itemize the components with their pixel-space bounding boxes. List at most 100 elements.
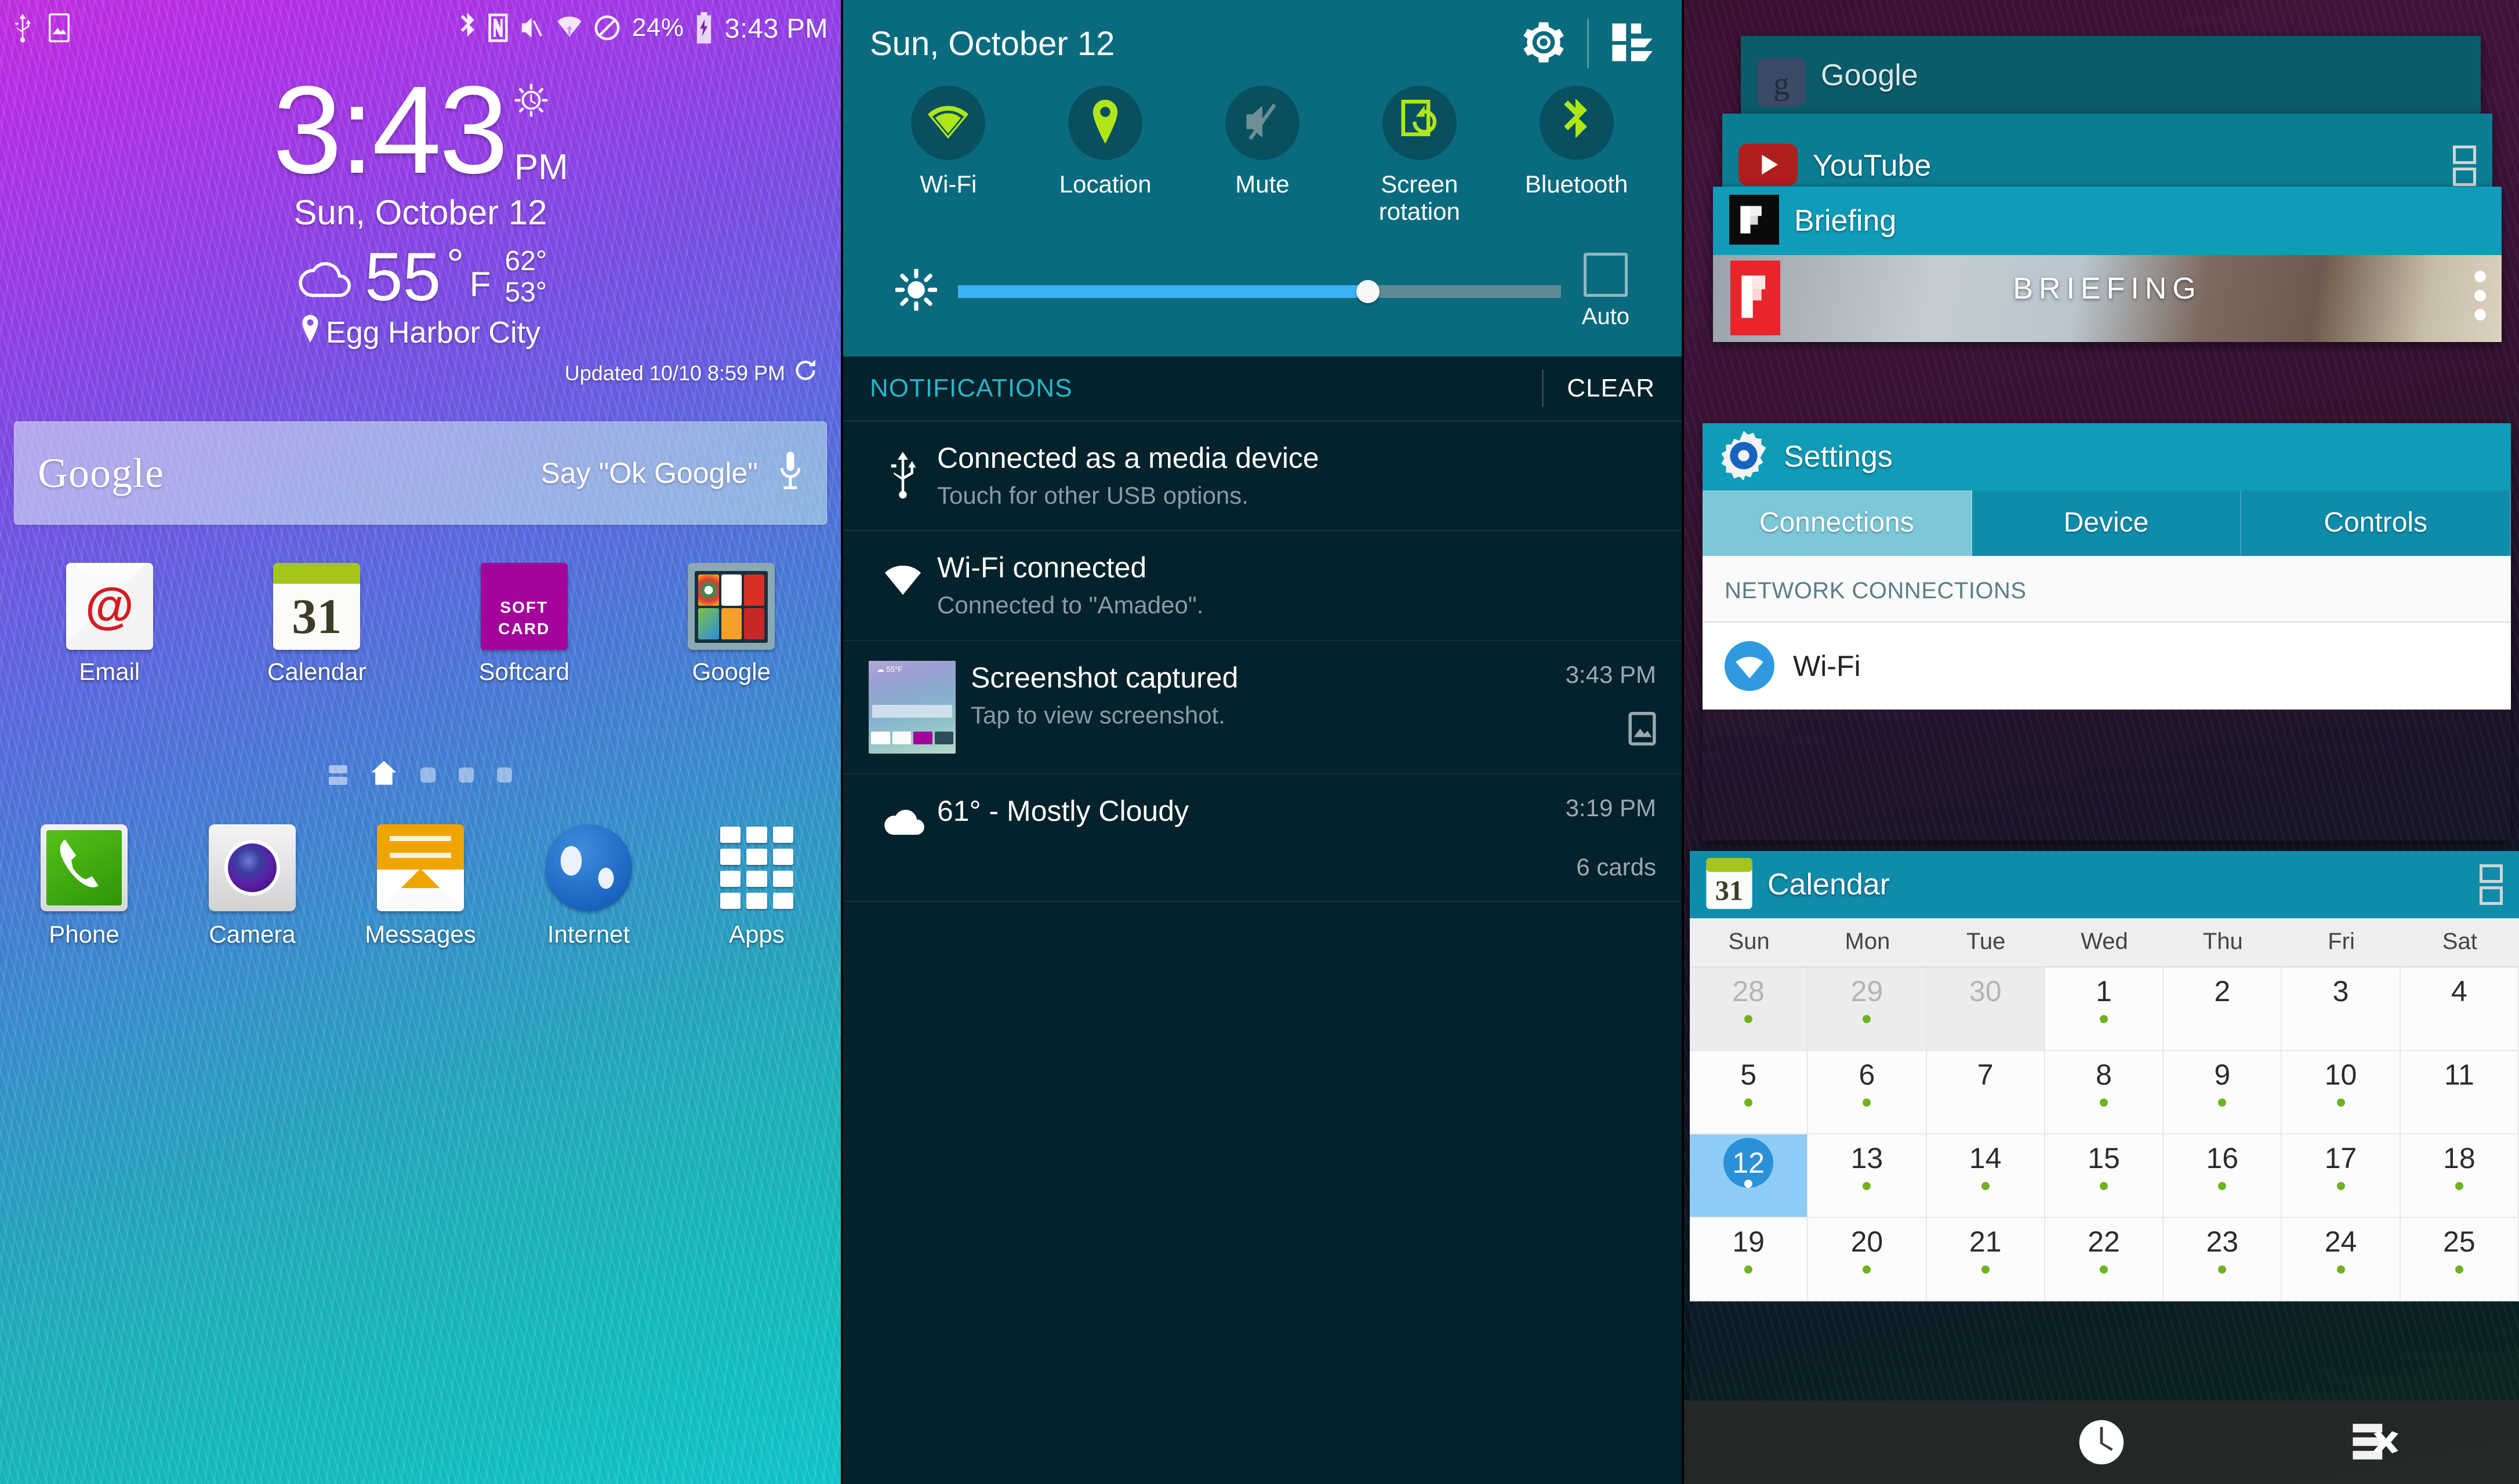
calendar-day-cell[interactable]: 9 — [2164, 1051, 2282, 1134]
calendar-day-cell[interactable]: 5 — [1690, 1051, 1809, 1134]
calendar-day-cell[interactable]: 2 — [2164, 967, 2282, 1051]
clock-widget[interactable]: 3:43 PM Sun, October 12 — [0, 67, 841, 232]
calendar-day-number: 13 — [1850, 1142, 1883, 1174]
notification-usb[interactable]: Connected as a media device Touch for ot… — [843, 421, 1682, 532]
quick-settings-actions — [1521, 19, 1655, 68]
dock-label: Camera — [209, 921, 296, 948]
status-bar-clock: 3:43 PM — [724, 12, 828, 43]
auto-checkbox[interactable] — [1583, 253, 1628, 297]
toggle-wifi[interactable]: Wi-Fi — [870, 86, 1027, 225]
split-screen-icon[interactable] — [2480, 864, 2503, 905]
calendar-day-cell[interactable]: 20 — [1808, 1218, 1927, 1301]
tab-device[interactable]: Device — [1972, 490, 2242, 556]
dock-item-apps[interactable]: Apps — [673, 824, 841, 948]
notification-subtitle: Touch for other USB options. — [937, 482, 1248, 510]
toggle-location[interactable]: Location — [1027, 86, 1184, 225]
dock-item-messages[interactable]: Messages — [336, 824, 504, 948]
app-item-google-folder[interactable]: Google — [628, 563, 836, 686]
calendar-day-cell[interactable]: 15 — [2045, 1134, 2164, 1218]
notification-screenshot[interactable]: ☁ 55°F Screenshot captured Tap to view s… — [843, 641, 1682, 774]
calendar-day-cell[interactable]: 13 — [1808, 1134, 1927, 1218]
toggle-screen-rotation[interactable]: Screen rotation — [1341, 86, 1498, 225]
recent-card-calendar[interactable]: 31 Calendar Sun Mon Tue Wed Thu Fri Sat … — [1690, 851, 2519, 1484]
calendar-event-dot — [1863, 1099, 1871, 1107]
calendar-day-cell[interactable]: 19 — [1690, 1218, 1809, 1301]
page-dot[interactable] — [459, 767, 474, 783]
brightness-slider[interactable] — [958, 279, 1561, 303]
settings-row-wifi[interactable]: Wi-Fi — [1703, 623, 2511, 710]
screenshot-thumbnail: ☁ 55°F — [869, 660, 956, 754]
calendar-day-cell[interactable]: 10 — [2282, 1051, 2401, 1134]
calendar-day-cell[interactable]: 11 — [2400, 1051, 2519, 1134]
dock-label: Phone — [49, 921, 119, 948]
toggle-mute[interactable]: Mute — [1184, 86, 1341, 225]
briefing-page-icon[interactable] — [329, 765, 347, 785]
calendar-day-cell[interactable]: 8 — [2045, 1051, 2164, 1134]
page-dot[interactable] — [420, 767, 435, 783]
calendar-day-cell[interactable]: 17 — [2282, 1134, 2401, 1218]
card-title: Google — [1821, 59, 1918, 92]
calendar-day-cell[interactable]: 24 — [2282, 1218, 2401, 1301]
google-icon: g — [1757, 58, 1806, 110]
calendar-day-cell[interactable]: 28 — [1690, 967, 1809, 1051]
calendar-day-cell[interactable]: 1 — [2045, 967, 2164, 1051]
more-options-icon[interactable] — [2474, 270, 2487, 324]
notification-body: Screenshot captured Tap to view screensh… — [971, 661, 1511, 730]
calendar-day-cell[interactable]: 30 — [1926, 967, 2045, 1051]
calendar-day-number: 30 — [1969, 975, 2002, 1007]
gear-icon[interactable] — [1521, 20, 1566, 68]
recent-card-briefing[interactable]: Briefing BRIEFING — [1713, 187, 2502, 342]
tab-connections[interactable]: Connections — [1703, 490, 1972, 556]
auto-brightness-toggle[interactable]: Auto — [1582, 253, 1629, 330]
microphone-icon[interactable] — [778, 450, 803, 497]
google-search-bar[interactable]: Google Say "Ok Google" — [14, 421, 827, 525]
calendar-day-cell[interactable]: 21 — [1926, 1218, 2045, 1301]
weather-widget[interactable]: 55 ° F 62° 53° Egg Harbor City Updated 1… — [0, 243, 841, 388]
dock-item-internet[interactable]: Internet — [504, 824, 673, 948]
card-title: Settings — [1784, 440, 1893, 474]
google-logo: Google — [38, 449, 164, 496]
weather-main-row: 55 ° F 62° 53° — [0, 243, 841, 311]
calendar-day-cell[interactable]: 23 — [2164, 1218, 2282, 1301]
calendar-day-number: 3 — [2332, 975, 2349, 1007]
clock-icon[interactable] — [2043, 1417, 2159, 1467]
dock-item-camera[interactable]: Camera — [168, 824, 336, 948]
recent-card-settings[interactable]: Settings Connections Device Controls NET… — [1703, 423, 2511, 841]
calendar-day-cell[interactable]: 16 — [2164, 1134, 2282, 1218]
calendar-event-dot — [2218, 1182, 2227, 1190]
calendar-day-cell[interactable]: 29 — [1808, 967, 1927, 1051]
clear-button[interactable]: CLEAR — [1567, 374, 1655, 403]
app-item-calendar[interactable]: 31 Calendar — [213, 563, 421, 686]
app-item-email[interactable]: @ Email — [6, 563, 213, 686]
calendar-day-cell[interactable]: 12 — [1690, 1134, 1809, 1218]
calendar-day-cell[interactable]: 6 — [1808, 1051, 1927, 1134]
notification-weather[interactable]: 61° - Mostly Cloudy 3:19 PM 6 cards — [843, 774, 1682, 902]
home-page-icon[interactable] — [371, 760, 397, 790]
softcard-icon: SOFT CARD — [480, 563, 568, 650]
toggle-bluetooth[interactable]: Bluetooth — [1498, 86, 1655, 225]
usb-icon — [869, 441, 937, 499]
quick-settings-edit-icon[interactable] — [1610, 20, 1655, 68]
calendar-day-number: 16 — [2206, 1142, 2239, 1174]
clock-ampm: PM — [514, 147, 568, 187]
calendar-day-cell[interactable]: 4 — [2400, 967, 2519, 1051]
app-item-softcard[interactable]: SOFT CARD Softcard — [420, 563, 628, 686]
dock-item-phone[interactable]: Phone — [0, 824, 168, 948]
tab-controls[interactable]: Controls — [2241, 490, 2511, 556]
calendar-day-cell[interactable]: 14 — [1926, 1134, 2045, 1218]
page-dot[interactable] — [497, 767, 512, 783]
calendar-day-cell[interactable]: 7 — [1926, 1051, 2045, 1134]
close-all-icon[interactable] — [2322, 1421, 2438, 1463]
app-label: Email — [79, 658, 140, 686]
calendar-day-cell[interactable]: 18 — [2400, 1134, 2519, 1218]
calendar-body: Sun Mon Tue Wed Thu Fri Sat 28 29 30 1 2 3 4 5 6… — [1690, 918, 2519, 1301]
briefing-banner-text: BRIEFING — [2013, 272, 2202, 305]
split-screen-icon[interactable] — [2453, 146, 2476, 186]
refresh-icon[interactable] — [793, 358, 818, 388]
notification-subtitle: Tap to view screenshot. — [971, 701, 1225, 729]
notification-wifi[interactable]: Wi-Fi connected Connected to "Amadeo". — [843, 531, 1682, 641]
calendar-day-cell[interactable]: 3 — [2282, 967, 2401, 1051]
calendar-day-cell[interactable]: 22 — [2045, 1218, 2164, 1301]
calendar-day-cell[interactable]: 25 — [2400, 1218, 2519, 1301]
slider-knob[interactable] — [1356, 279, 1380, 303]
